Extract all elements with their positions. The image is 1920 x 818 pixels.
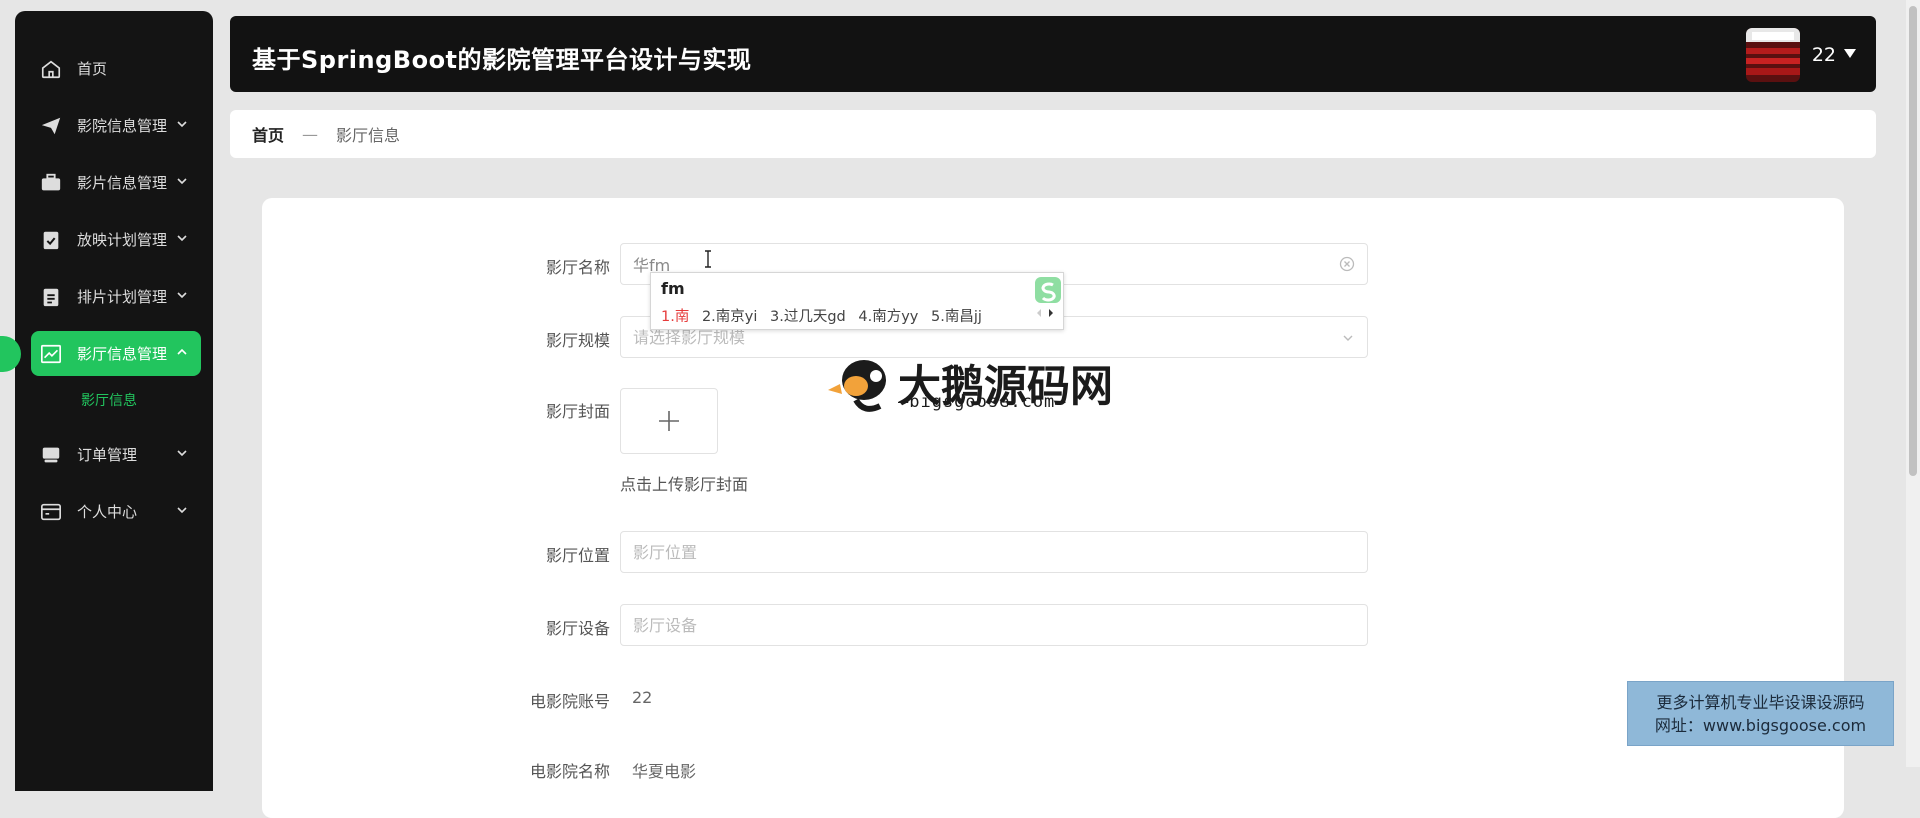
sidebar-item-label: 放映计划管理 [77, 231, 168, 249]
breadcrumb-current: 影厅信息 [336, 126, 401, 145]
chevron-up-icon [177, 348, 187, 355]
ime-candidate-popup: fm 1.南 2.南京yi 3.过几天gd 4.南方yy 5.南昌jj [650, 272, 1064, 330]
sidebar-item-label: 影片信息管理 [77, 174, 168, 192]
hall-location-field[interactable] [620, 531, 1368, 573]
active-indicator [0, 335, 21, 372]
scrollbar-thumb[interactable] [1909, 6, 1917, 476]
avatar[interactable] [1746, 28, 1800, 82]
text-cursor-icon [705, 250, 711, 268]
chevron-down-icon [177, 121, 187, 128]
line-chart-icon [39, 342, 63, 366]
hall-name-label: 影厅名称 [545, 258, 610, 277]
hall-equipment-input[interactable] [621, 605, 1367, 645]
sidebar-item-schedule-plan[interactable]: 排片计划管理 [31, 274, 201, 319]
logo-subtitle: —bigsgoose.com— [898, 392, 1067, 412]
paper-plane-icon [39, 114, 63, 138]
sidebar-item-label: 订单管理 [77, 446, 138, 464]
chevron-down-icon [177, 178, 187, 185]
cinema-name-value: 华夏电影 [632, 762, 697, 781]
sidebar-item-personal-center[interactable]: 个人中心 [31, 489, 201, 534]
briefcase-icon [39, 171, 63, 195]
hall-location-label: 影厅位置 [545, 546, 610, 565]
hall-scale-label: 影厅规模 [545, 331, 610, 350]
breadcrumb: 首页 — 影厅信息 [230, 110, 1876, 158]
hall-equipment-field[interactable] [620, 604, 1368, 646]
clipboard-check-icon [39, 228, 63, 252]
chevron-down-icon [177, 507, 187, 514]
page-title: 基于SpringBoot的影院管理平台设计与实现 [252, 46, 752, 74]
chevron-down-icon [177, 450, 187, 457]
breadcrumb-home[interactable]: 首页 [252, 122, 284, 146]
sidebar-item-label: 影院信息管理 [77, 117, 168, 135]
sidebar-item-label: 首页 [77, 60, 108, 78]
breadcrumb-separator: — [302, 124, 319, 144]
chevron-down-icon [1343, 335, 1353, 341]
cover-upload-hint: 点击上传影厅封面 [620, 475, 749, 494]
cinema-account-value: 22 [632, 688, 653, 707]
plus-icon [659, 411, 679, 431]
cover-upload-button[interactable] [620, 388, 718, 454]
caret-down-icon[interactable] [1844, 49, 1856, 58]
page-scrollbar[interactable] [1906, 0, 1920, 767]
ime-candidate[interactable]: 5.南昌jj [931, 309, 982, 325]
wallet-icon [39, 500, 63, 524]
sidebar-item-cinema-info[interactable]: 影院信息管理 [31, 103, 201, 148]
sidebar-item-orders[interactable]: 订单管理 [31, 432, 201, 477]
cinema-name-label: 电影院名称 [529, 762, 610, 781]
ime-composition: fm [661, 279, 685, 298]
clipboard-list-icon [39, 285, 63, 309]
sidebar: 首页 影院信息管理 影片信息管理 放映计划管理 排片计划管理 影厅信息管理 影厅… [0, 11, 213, 791]
sidebar-item-hall-info[interactable]: 影厅信息管理 [0, 331, 201, 376]
sidebar-item-label: 个人中心 [77, 503, 138, 521]
sidebar-subitem-hall-info[interactable]: 影厅信息 [31, 384, 201, 416]
top-header: 基于SpringBoot的影院管理平台设计与实现 22 [230, 16, 1876, 92]
monitor-icon [39, 443, 63, 467]
user-name[interactable]: 22 [1812, 44, 1836, 66]
sidebar-item-screening-plan[interactable]: 放映计划管理 [31, 217, 201, 262]
cinema-account-label: 电影院账号 [529, 692, 610, 711]
hall-cover-label: 影厅封面 [545, 402, 610, 421]
ime-candidates: 1.南 2.南京yi 3.过几天gd 4.南方yy 5.南昌jj [661, 305, 990, 326]
chevron-down-icon [177, 235, 187, 242]
ime-candidate[interactable]: 3.过几天gd [770, 309, 846, 325]
sidebar-item-label: 排片计划管理 [77, 288, 168, 306]
ad-line-1: 更多计算机专业毕设课设源码 [1656, 693, 1865, 712]
ime-page-arrows[interactable] [1035, 307, 1057, 322]
sidebar-item-home[interactable]: 首页 [31, 46, 201, 91]
sidebar-menu: 首页 影院信息管理 影片信息管理 放映计划管理 排片计划管理 影厅信息管理 影厅… [0, 46, 213, 546]
ad-line-2: 网址：www.bigsgoose.com [1654, 716, 1867, 735]
chevron-down-icon [177, 292, 187, 299]
ime-candidate[interactable]: 2.南京yi [702, 309, 757, 325]
goose-logo-icon [828, 360, 886, 412]
ad-banner[interactable]: 更多计算机专业毕设课设源码 网址：www.bigsgoose.com [1627, 681, 1894, 746]
clear-icon[interactable] [1339, 256, 1355, 272]
sidebar-item-movie-info[interactable]: 影片信息管理 [31, 160, 201, 205]
home-icon [39, 57, 63, 81]
ime-candidate[interactable]: 4.南方yy [858, 309, 918, 325]
sidebar-item-label: 影厅信息管理 [77, 345, 168, 363]
hall-equipment-label: 影厅设备 [545, 619, 610, 638]
ime-candidate[interactable]: 1.南 [661, 309, 689, 325]
sogou-logo-icon [1035, 277, 1061, 303]
hall-location-input[interactable] [621, 532, 1367, 572]
